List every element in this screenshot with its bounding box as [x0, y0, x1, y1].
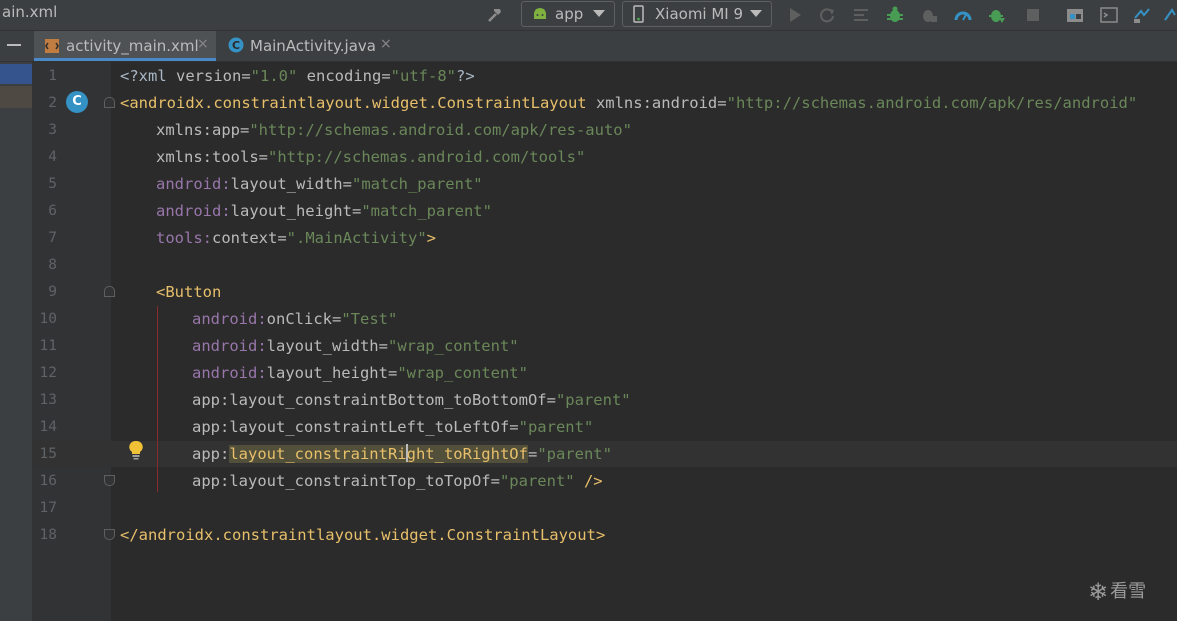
line-number: 9 [48, 284, 57, 300]
terminal-icon[interactable] [1100, 6, 1118, 24]
run-icon[interactable] [786, 6, 804, 24]
code-text: app:layout_constraintTop_toTopOf="parent… [192, 472, 603, 490]
code-line: 3 xmlns:app="http://schemas.android.com/… [0, 117, 1177, 144]
line-number: 1 [48, 68, 57, 84]
line-number: 16 [39, 473, 57, 489]
watermark-text: 看雪 [1110, 581, 1147, 602]
code-line: 13 app:layout_constraintBottom_toBottomO… [0, 387, 1177, 414]
tab-label: MainActivity.java [250, 37, 376, 55]
close-icon[interactable]: × [197, 36, 209, 52]
line-number: 14 [39, 419, 57, 435]
code-text: <Button [156, 283, 222, 301]
chevron-down-icon [750, 10, 762, 17]
debug-icon[interactable] [886, 6, 904, 24]
close-icon[interactable]: × [380, 36, 392, 52]
window-title: ain.xml [2, 3, 58, 21]
code-text: app:layout_constraintLeft_toLeftOf="pare… [192, 418, 594, 436]
watermark: ❄ 看雪 [1088, 577, 1146, 606]
editor-tab-bar: activity_main.xml × C MainActivity.java … [0, 31, 1177, 62]
code-text: xmlns:tools="http://schemas.android.com/… [156, 148, 586, 166]
tab-activity-main-xml[interactable]: activity_main.xml × [34, 31, 216, 61]
sync-icon[interactable] [1133, 6, 1151, 24]
code-text: android:onClick="Test" [192, 310, 398, 328]
code-text: app:layout_constraintBottom_toBottomOf="… [192, 391, 631, 409]
tab-main-activity-java[interactable]: C MainActivity.java × [218, 31, 400, 61]
code-text: <androidx.constraintlayout.widget.Constr… [120, 94, 1138, 112]
snowflake-icon: ❄ [1088, 578, 1109, 606]
code-line: 14 app:layout_constraintLeft_toLeftOf="p… [0, 414, 1177, 441]
line-number: 7 [48, 230, 57, 246]
tab-label: activity_main.xml [66, 37, 199, 55]
main-toolbar: ain.xml app Xiaomi MI 9 [0, 0, 1177, 31]
line-number: 17 [39, 500, 57, 516]
phone-icon [633, 5, 644, 23]
line-number: 11 [39, 338, 57, 354]
code-line: 16 app:layout_constraintTop_toTopOf="par… [0, 468, 1177, 495]
line-number: 4 [48, 149, 57, 165]
line-number: 10 [39, 311, 57, 327]
code-line: 1 <?xml version="1.0" encoding="utf-8"?> [0, 63, 1177, 90]
svg-text:C: C [232, 39, 240, 52]
minimize-icon[interactable] [7, 44, 21, 46]
code-line: 8 [0, 252, 1177, 279]
device-label: Xiaomi MI 9 [655, 5, 744, 23]
code-text: app:layout_constraintRight_toRightOf="pa… [192, 444, 612, 463]
line-number: 18 [39, 527, 57, 543]
project-structure-icon[interactable] [1066, 6, 1084, 24]
code-text: xmlns:app="http://schemas.android.com/ap… [156, 121, 632, 139]
line-number: 5 [48, 176, 57, 192]
sdk-manager-icon[interactable] [1163, 6, 1177, 24]
line-number: 13 [39, 392, 57, 408]
code-line: 7 tools:context=".MainActivity"> [0, 225, 1177, 252]
code-line: 9 <Button [0, 279, 1177, 306]
line-number: 3 [48, 122, 57, 138]
code-line: 11 android:layout_width="wrap_content" [0, 333, 1177, 360]
code-line: 12 android:layout_height="wrap_content" [0, 360, 1177, 387]
code-line: 17 [0, 495, 1177, 522]
coverage-icon[interactable] [852, 6, 870, 24]
code-text: </androidx.constraintlayout.widget.Const… [120, 526, 606, 544]
line-number: 15 [39, 446, 57, 462]
apply-changes-icon[interactable] [988, 6, 1006, 24]
hammer-icon[interactable] [486, 6, 504, 24]
line-number: 8 [48, 257, 57, 273]
attach-debugger-icon[interactable] [920, 6, 938, 24]
java-class-icon: C [228, 37, 244, 53]
chevron-down-icon [593, 10, 605, 17]
code-line: 6 android:layout_height="match_parent" [0, 198, 1177, 225]
code-line: 10 android:onClick="Test" [0, 306, 1177, 333]
code-text: android:layout_width="wrap_content" [192, 337, 519, 355]
run-config-dropdown[interactable]: app [521, 1, 615, 27]
line-number: 6 [48, 203, 57, 219]
line-number: 2 [48, 95, 57, 111]
project-panel-header [0, 31, 32, 61]
code-line: 2 <androidx.constraintlayout.widget.Cons… [0, 90, 1177, 117]
code-text: android:layout_height="match_parent" [156, 202, 492, 220]
rerun-icon[interactable] [818, 6, 836, 24]
device-dropdown[interactable]: Xiaomi MI 9 [622, 1, 772, 27]
profiler-icon[interactable] [954, 6, 972, 24]
code-line: 5 android:layout_width="match_parent" [0, 171, 1177, 198]
xml-file-icon [45, 39, 59, 53]
code-text: android:layout_width="match_parent" [156, 175, 483, 193]
stop-icon[interactable] [1024, 6, 1042, 24]
line-number: 12 [39, 365, 57, 381]
code-text: android:layout_height="wrap_content" [192, 364, 528, 382]
code-line: 18 </androidx.constraintlayout.widget.Co… [0, 522, 1177, 549]
highlighted-attribute[interactable]: layout_constraintRight_toRightOf [229, 444, 528, 463]
code-line: 4 xmlns:tools="http://schemas.android.co… [0, 144, 1177, 171]
android-icon [534, 8, 546, 19]
code-text: <?xml version="1.0" encoding="utf-8"?> [120, 67, 475, 85]
code-text: tools:context=".MainActivity"> [156, 229, 436, 247]
run-config-label: app [555, 5, 584, 23]
code-line-current: 15 app:layout_constraintRight_toRightOf=… [0, 441, 1177, 468]
